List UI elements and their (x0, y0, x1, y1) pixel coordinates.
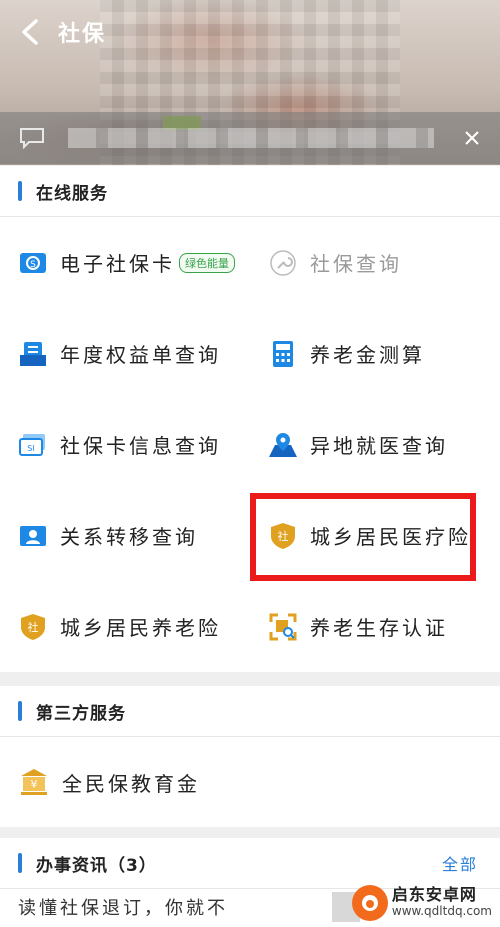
she-shield-icon: 社 (268, 521, 298, 551)
service-electronic-card[interactable]: S 电子社保卡 绿色能量 (0, 217, 250, 308)
service-pension-survival-auth[interactable]: 养老生存认证 (250, 581, 500, 672)
service-resident-pension-insurance[interactable]: 社 城乡居民养老险 (0, 581, 250, 672)
service-annual-statement[interactable]: 年度权益单查询 (0, 308, 250, 399)
green-energy-badge: 绿色能量 (179, 252, 235, 273)
notice-strip[interactable] (0, 112, 500, 164)
svg-text:社: 社 (278, 529, 289, 543)
service-card-info[interactable]: SI 社保卡信息查询 (0, 399, 250, 490)
section-title: 办事资讯（3） (36, 855, 157, 876)
svg-text:SI: SI (27, 444, 34, 453)
person-card-icon (18, 521, 48, 551)
watermark-logo-icon (351, 885, 388, 921)
section-header: 在线服务 (0, 166, 500, 217)
section-header: 第三方服务 (0, 686, 500, 737)
watermark-name: 启东安卓网 (391, 885, 477, 904)
social-card-icon: S (18, 248, 48, 278)
service-relation-transfer[interactable]: 关系转移查询 (0, 490, 250, 581)
notice-text-blurred (68, 128, 434, 148)
service-resident-medical-insurance[interactable]: 社 城乡居民医疗险 (250, 490, 500, 581)
section-header: 办事资讯（3） 全部 (0, 838, 500, 888)
wrench-icon (268, 248, 298, 278)
close-icon (465, 131, 479, 145)
map-pin-icon (268, 430, 298, 460)
svg-text:¥: ¥ (31, 778, 38, 791)
online-services-card: 在线服务 S 电子社保卡 绿色能量 社保查询 年度权益单查询 养老金测算 SI … (0, 166, 500, 672)
service-grid: S 电子社保卡 绿色能量 社保查询 年度权益单查询 养老金测算 SI 社保卡信息… (0, 217, 500, 672)
section-accent-bar (18, 853, 22, 873)
third-party-card: 第三方服务 ¥ 全民保教育金 (0, 686, 500, 827)
she-shield-icon: 社 (18, 612, 48, 642)
section-title: 第三方服务 (36, 703, 126, 724)
watermark-url: www.qdltdq.com (391, 904, 492, 918)
section-accent-bar (18, 701, 22, 721)
si-card-icon: SI (18, 430, 48, 460)
service-pension-calculator[interactable]: 养老金测算 (250, 308, 500, 399)
service-remote-medical[interactable]: 异地就医查询 (250, 399, 500, 490)
watermark: 启东安卓网 www.qdltdq.com (351, 885, 492, 921)
chevron-left-icon (22, 19, 38, 45)
svg-text:社: 社 (28, 620, 39, 634)
face-scan-icon (268, 612, 298, 642)
news-card: 办事资讯（3） 全部 读懂社保退订，你就不 启东安卓网 www.qdltdq.c… (0, 838, 500, 927)
message-icon (16, 122, 48, 154)
service-education-fund[interactable]: ¥ 全民保教育金 (0, 737, 500, 827)
back-button[interactable] (6, 8, 54, 56)
view-all-link[interactable]: 全部 (442, 851, 478, 875)
bank-yuan-icon: ¥ (18, 766, 50, 798)
document-tray-icon (18, 339, 48, 369)
close-button[interactable] (454, 120, 490, 156)
top-bar: 社保 (0, 8, 500, 56)
section-title: 在线服务 (36, 183, 108, 204)
calculator-icon (268, 339, 298, 369)
section-accent-bar (18, 181, 22, 201)
svg-text:S: S (30, 260, 36, 270)
service-social-query[interactable]: 社保查询 (250, 217, 500, 308)
page-title: 社保 (58, 22, 107, 47)
